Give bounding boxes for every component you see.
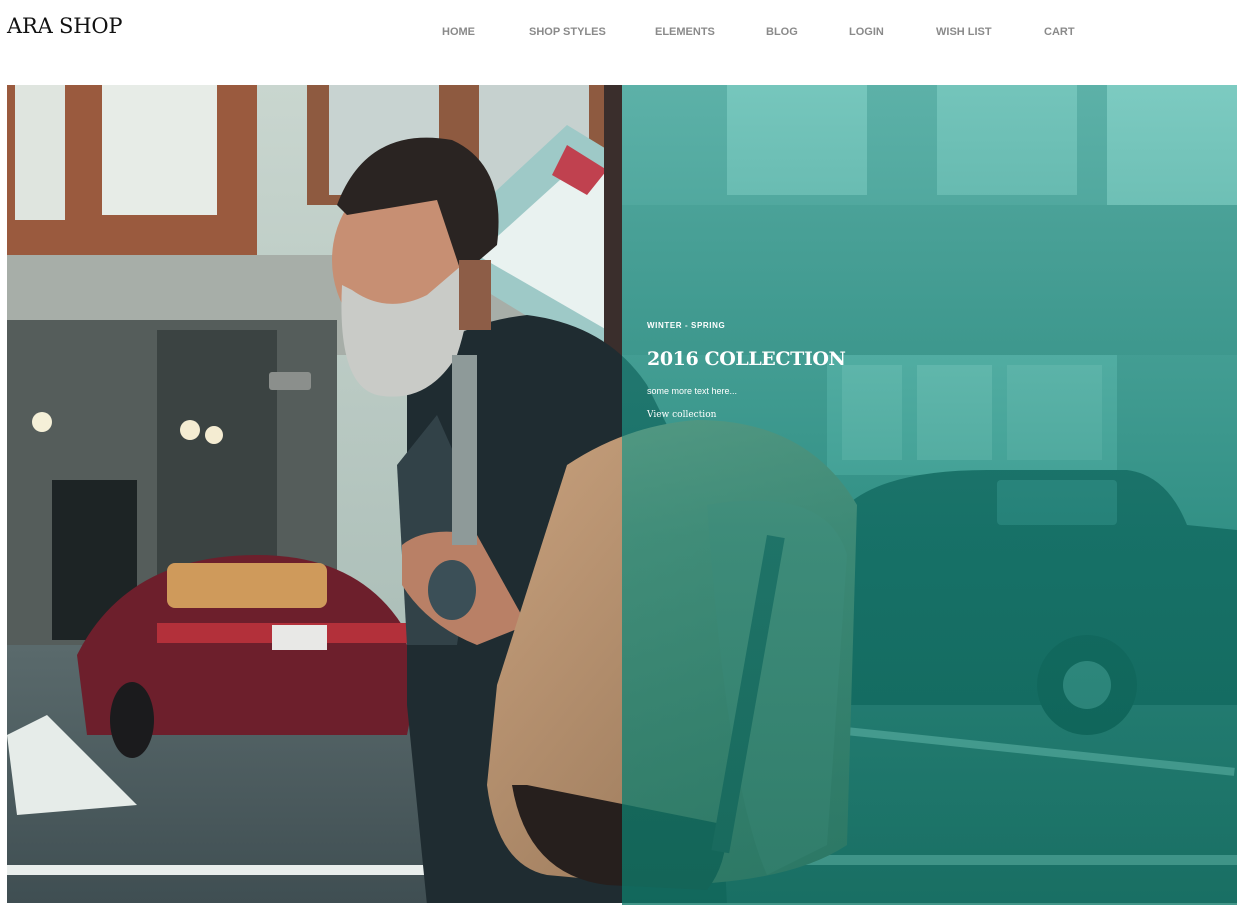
hero-color-overlay: [622, 85, 1237, 905]
hero-caption: WINTER - SPRING 2016 COLLECTION some mor…: [647, 321, 846, 422]
nav-item-wish-list[interactable]: WISH LIST: [936, 26, 992, 38]
hero-subtext: some more text here...: [647, 386, 738, 396]
hero-eyebrow: WINTER - SPRING: [647, 321, 726, 330]
nav-item-cart[interactable]: CART: [1044, 26, 1075, 38]
hero-banner: WINTER - SPRING 2016 COLLECTION some mor…: [7, 85, 1237, 905]
view-collection-link[interactable]: View collection: [647, 410, 716, 420]
nav-item-blog[interactable]: BLOG: [766, 26, 798, 38]
hero-headline: 2016 COLLECTION: [647, 348, 846, 370]
nav-item-elements[interactable]: ELEMENTS: [655, 26, 715, 38]
nav-item-login[interactable]: LOGIN: [849, 26, 884, 38]
nav-item-home[interactable]: HOME: [442, 26, 475, 38]
main-nav: HOME SHOP STYLES ELEMENTS BLOG LOGIN WIS…: [0, 26, 1245, 40]
nav-item-shop-styles[interactable]: SHOP STYLES: [529, 26, 606, 38]
site-header: ARA SHOP HOME SHOP STYLES ELEMENTS BLOG …: [0, 0, 1245, 84]
